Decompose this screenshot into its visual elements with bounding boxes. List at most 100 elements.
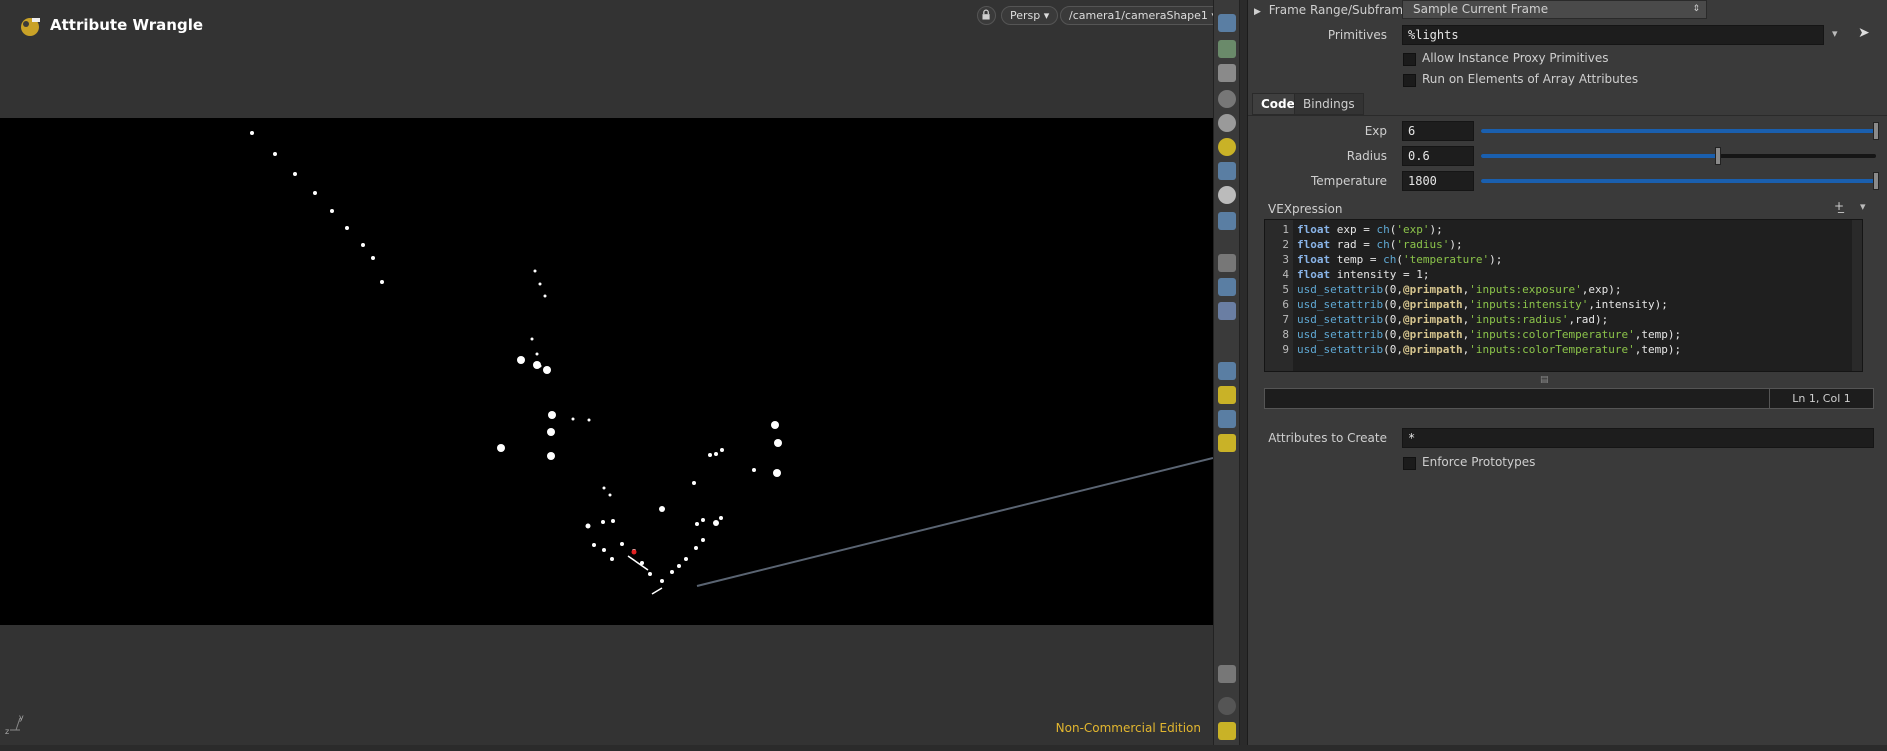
code-line[interactable]: usd_setattrib(0,@primpath,'inputs:intens… [1297,297,1681,312]
scene-light-point [695,522,699,526]
scene-viewport[interactable]: Attribute Wrangle Persp ▾ /camera1/camer… [0,0,1213,745]
primitives-input[interactable]: %lights [1402,25,1824,45]
display-icon[interactable] [1218,362,1236,380]
ground-line [696,457,1213,587]
line-number: 5 [1282,283,1289,296]
pick-arrow-icon[interactable]: ➤ [1858,25,1870,41]
scene-light-point [585,523,591,529]
chevron-down-icon[interactable]: ▾ [1832,27,1838,40]
chevron-down-icon[interactable]: ▾ [1860,200,1866,213]
code-line[interactable]: float temp = ch('temperature'); [1297,252,1681,267]
scene-light-streak [627,555,649,571]
attributes-to-create-label: Attributes to Create [1268,431,1387,445]
tab-underline [1248,115,1887,116]
code-line[interactable]: float rad = ch('radius'); [1297,237,1681,252]
param-label-0: Exp [1364,124,1387,138]
cursor-position: Ln 1, Col 1 [1769,389,1873,408]
scene-light-point [684,557,688,561]
sphere-icon[interactable] [1218,114,1236,132]
run-on-elements-label: Run on Elements of Array Attributes [1422,72,1639,86]
display-icon[interactable] [1218,254,1236,272]
close-icon[interactable] [1218,90,1236,108]
view-mode-dropdown[interactable]: Persp ▾ [1001,6,1059,25]
line-number: 1 [1282,223,1289,236]
display-icon[interactable] [1218,278,1236,296]
code-line[interactable]: usd_setattrib(0,@primpath,'inputs:colorT… [1297,342,1681,357]
scene-light-point [713,520,719,526]
camera-icon[interactable] [1218,162,1236,180]
scene-light-point [714,452,718,456]
scene-light-point [548,411,556,419]
scene-light-point [533,269,537,273]
enforce-prototypes-label: Enforce Prototypes [1422,455,1536,469]
scene-light-point [517,356,525,364]
view-mode-label: Persp [1010,9,1041,22]
attributes-to-create-input[interactable]: * [1402,428,1874,448]
info-icon[interactable] [1218,697,1236,715]
scene-light-point [677,564,681,568]
scene-light-point [535,352,539,356]
render-icon[interactable] [1218,186,1236,204]
code-line[interactable]: usd_setattrib(0,@primpath,'inputs:exposu… [1297,282,1681,297]
scene-light-point [330,209,334,213]
enforce-prototypes-checkbox[interactable] [1403,457,1416,470]
scene-light-point [273,152,277,156]
frame-range-dropdown[interactable]: Sample Current Frame ⇕ [1402,0,1707,19]
code-line[interactable]: usd_setattrib(0,@primpath,'inputs:radius… [1297,312,1681,327]
code-lines: float exp = ch('exp'); float rad = ch('ra… [1297,222,1681,357]
select-icon[interactable] [1218,14,1236,32]
vexpression-label: VEXpression [1268,202,1343,216]
scene-light-point [587,418,591,422]
light-icon[interactable] [1218,138,1236,156]
scene-light-point [670,570,674,574]
lock-icon[interactable] [1218,64,1236,82]
display-icon[interactable] [1218,302,1236,320]
scene-light-point [571,417,575,421]
frame-range-value: Sample Current Frame [1413,2,1549,16]
slider-handle-2[interactable] [1873,172,1879,190]
lock-view-button[interactable] [977,6,996,25]
display-icon[interactable] [1218,434,1236,452]
slider-handle-0[interactable] [1873,122,1879,140]
render-area[interactable] [0,118,1213,625]
scene-light-point [602,548,606,552]
node-title: Attribute Wrangle [50,16,204,34]
parameter-panel: ▶ Frame Range/Subframes Sample Current F… [1248,0,1887,745]
resize-handle-icon[interactable]: ▤ [1540,375,1549,385]
scene-light-point [543,294,547,298]
pose-icon[interactable] [1218,212,1236,230]
pane-divider[interactable] [1240,0,1248,745]
vex-code-editor[interactable]: 1 2 3 4 5 6 7 8 9 float exp = ch('exp'); float ra… [1264,219,1863,372]
allow-instance-checkbox[interactable] [1403,53,1416,66]
tab-bindings[interactable]: Bindings [1294,93,1364,115]
camera-icon[interactable] [1218,665,1236,683]
code-line[interactable]: float exp = ch('exp'); [1297,222,1681,237]
scene-light-point [660,579,664,583]
frame-range-toggle[interactable]: ▶ Frame Range/Subframes [1254,1,1417,19]
add-snippet-icon[interactable]: +̲ [1834,199,1844,213]
scene-light-point [313,191,317,195]
line-number: 2 [1282,238,1289,251]
scene-light-point [708,453,712,457]
slider-handle-1[interactable] [1715,147,1721,165]
editor-scrollbar[interactable] [1852,220,1862,371]
param-value-input-0[interactable]: 6 [1402,121,1474,141]
scene-light-point [608,493,612,497]
display-icon[interactable] [1218,410,1236,428]
line-number: 6 [1282,298,1289,311]
slider-fill-0 [1481,129,1876,133]
camera-dropdown[interactable]: /camera1/cameraShape1 ▾ [1060,6,1213,25]
scene-light-point [497,444,505,452]
param-value-input-1[interactable]: 0.6 [1402,146,1474,166]
selected-light-point [631,549,637,555]
display-icon[interactable] [1218,386,1236,404]
param-value-input-2[interactable]: 1800 [1402,171,1474,191]
run-on-elements-checkbox[interactable] [1403,74,1416,87]
transform-icon[interactable] [1218,40,1236,58]
grid-icon[interactable] [1218,722,1236,740]
code-line[interactable]: usd_setattrib(0,@primpath,'inputs:colorT… [1297,327,1681,342]
code-line[interactable]: float intensity = 1; [1297,267,1681,282]
scene-light-point [547,452,555,460]
axis-gizmo-icon: z y [5,713,24,736]
scene-light-point [611,519,615,523]
